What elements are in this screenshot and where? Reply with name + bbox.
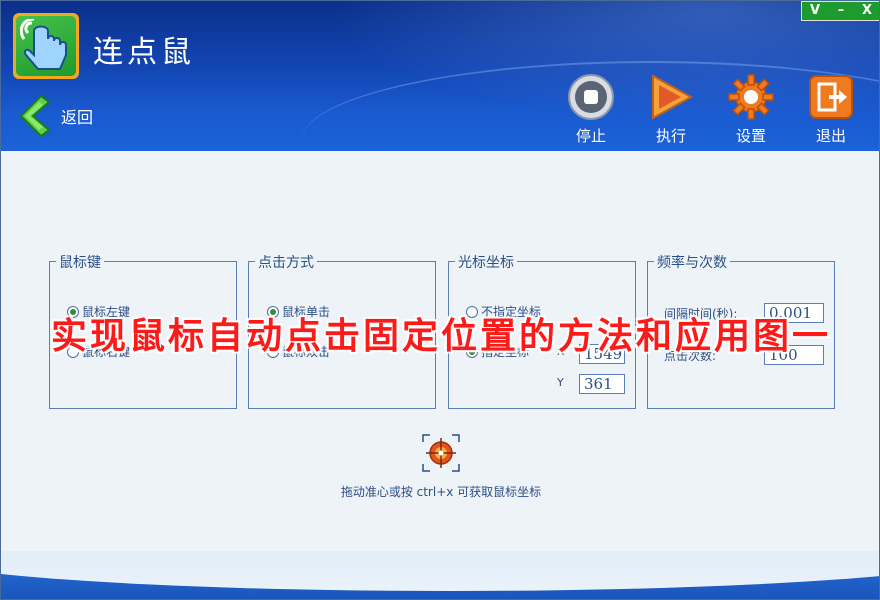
radio-left-button[interactable]: 鼠标左键 (67, 303, 130, 320)
radio-label: 鼠标双击 (282, 345, 331, 359)
radio-label: 鼠标右键 (82, 345, 131, 359)
toolbar: 停止 执行 设置 退出 (551, 73, 871, 146)
crosshair-hint: 拖动准心或按 ctrl+x 可获取鼠标坐标 (340, 485, 542, 499)
cursor-coord-group: 光标坐标 不指定坐标 指定坐标 X 1549 Y 361 (448, 252, 636, 409)
run-label: 执行 (655, 127, 686, 145)
x-coord-field[interactable]: 1549 (579, 344, 625, 364)
radio-indicator (466, 305, 478, 318)
count-field[interactable]: 100 (764, 345, 824, 365)
close-button[interactable]: X (854, 2, 879, 20)
back-button[interactable]: 返回 (19, 94, 93, 138)
radio-right-button[interactable]: 鼠标右键 (67, 343, 130, 360)
radio-single-click[interactable]: 鼠标单击 (267, 303, 330, 320)
frequency-group: 频率与次数 间隔时间(秒): 0.001 点击次数: 100 (647, 252, 835, 409)
mouse-button-legend: 鼠标键 (56, 252, 104, 272)
crosshair-icon[interactable] (421, 433, 461, 473)
app-logo (13, 13, 79, 79)
menu-button[interactable]: V (802, 2, 828, 20)
minimize-button[interactable]: – (828, 2, 854, 20)
app-window: 连点鼠 V – X 返回 停止 执行 设置 退出 鼠标键 鼠标左键 鼠标右键 点… (0, 0, 880, 600)
x-axis-label: X (557, 345, 565, 358)
mouse-button-group: 鼠标键 鼠标左键 鼠标右键 (49, 252, 237, 409)
radio-double-click[interactable]: 鼠标双击 (267, 343, 330, 360)
settings-label: 设置 (735, 127, 766, 145)
click-mode-group: 点击方式 鼠标单击 鼠标双击 (248, 252, 436, 409)
gear-icon (728, 74, 774, 120)
back-arrow-icon (19, 94, 51, 138)
radio-label: 鼠标单击 (282, 305, 331, 319)
stop-button[interactable]: 停止 (551, 73, 631, 146)
app-title: 连点鼠 (93, 35, 195, 70)
main-content: 鼠标键 鼠标左键 鼠标右键 点击方式 鼠标单击 鼠标双击 光标坐标 不指定坐标 … (1, 151, 879, 551)
exit-icon (809, 75, 853, 119)
frequency-legend: 频率与次数 (654, 252, 730, 272)
radio-label: 不指定坐标 (481, 305, 542, 319)
play-icon (652, 74, 694, 120)
window-controls: V – X (801, 1, 879, 21)
back-label: 返回 (61, 108, 94, 127)
interval-field[interactable]: 0.001 (764, 303, 824, 323)
y-coord-field[interactable]: 361 (579, 374, 625, 394)
radio-indicator (466, 345, 478, 358)
radio-label: 鼠标左键 (82, 305, 131, 319)
radio-indicator (267, 345, 279, 358)
interval-label: 间隔时间(秒): (664, 307, 738, 321)
exit-label: 退出 (815, 127, 846, 145)
radio-no-coord[interactable]: 不指定坐标 (466, 303, 541, 320)
radio-indicator (267, 305, 279, 318)
header-bar: 连点鼠 V – X 返回 停止 执行 设置 退出 (1, 1, 879, 151)
radio-indicator (67, 345, 79, 358)
radio-fixed-coord[interactable]: 指定坐标 (466, 343, 529, 360)
stop-label: 停止 (575, 127, 606, 145)
stop-icon (568, 74, 614, 120)
click-mode-legend: 点击方式 (255, 252, 317, 272)
y-axis-label: Y (557, 376, 564, 389)
hand-pointer-icon (20, 19, 67, 70)
exit-button[interactable]: 退出 (791, 73, 871, 146)
radio-indicator (67, 305, 79, 318)
cursor-coord-legend: 光标坐标 (455, 252, 517, 272)
footer-bar (1, 551, 879, 599)
count-label: 点击次数: (664, 349, 717, 363)
run-button[interactable]: 执行 (631, 73, 711, 146)
radio-label: 指定坐标 (481, 345, 530, 359)
settings-button[interactable]: 设置 (711, 73, 791, 146)
